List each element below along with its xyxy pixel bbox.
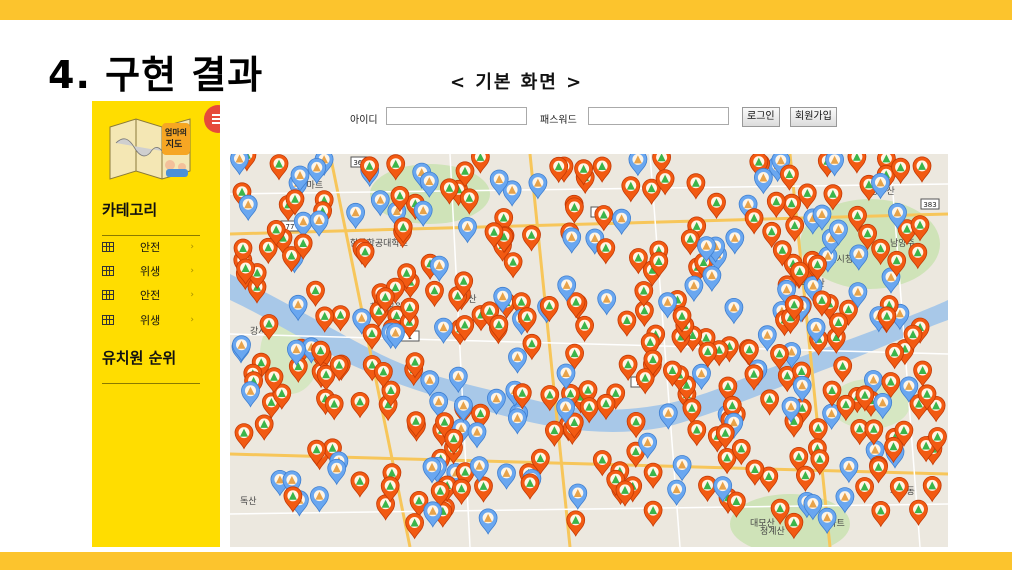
table-grid-icon [102, 242, 114, 252]
kindergarten-ranking-title[interactable]: 유치원 순위 [102, 347, 176, 368]
login-bar: 아이디 패스워드 로그인 회원가입 [220, 101, 956, 143]
map-label: 독산 [240, 496, 257, 507]
sidebar-item-label: 위생 [140, 314, 161, 327]
category-title: 카테고리 [102, 201, 158, 219]
chevron-right-icon: › [190, 266, 194, 276]
sidebar-item-safety[interactable]: 안전 › [102, 236, 202, 258]
sidebar-item-safety-2[interactable]: 안전 › [102, 284, 202, 306]
sidebar-item-label: 위생 [140, 265, 161, 278]
table-grid-icon [102, 290, 114, 300]
table-grid-icon [102, 315, 114, 325]
login-button[interactable]: 로그인 [742, 107, 780, 127]
bottom-accent-bar [0, 552, 1012, 570]
slide-title: 4. 구현 결과 [48, 53, 264, 97]
logo-map-icon[interactable]: 엄마의 지도 [106, 113, 194, 181]
divider [102, 383, 200, 384]
table-grid-icon [102, 266, 114, 276]
app-screenshot: 엄마의 지도 카테고리 안전 › 위생 › 안전 › 위생 › 유치원 순위 아… [92, 101, 956, 547]
chevron-right-icon: › [190, 290, 194, 300]
sidebar-item-label: 안전 [140, 241, 161, 254]
top-accent-bar [0, 0, 1012, 20]
chevron-right-icon: › [190, 315, 194, 325]
sidebar: 엄마의 지도 카테고리 안전 › 위생 › 안전 › 위생 › 유치원 순위 [92, 101, 220, 547]
slide-subtitle: < 기본 화면 > [450, 72, 584, 93]
logo-text-2: 지도 [166, 138, 183, 150]
route-number: 383 [923, 201, 936, 209]
sidebar-item-hygiene-2[interactable]: 위생 › [102, 309, 202, 331]
password-label: 패스워드 [540, 115, 577, 126]
id-label: 아이디 [350, 115, 378, 126]
chevron-right-icon: › [190, 242, 194, 252]
sidebar-item-label: 안전 [140, 289, 161, 302]
map-label: 대모산 [750, 518, 775, 529]
signup-button[interactable]: 회원가입 [790, 107, 837, 127]
sidebar-item-hygiene[interactable]: 위생 › [102, 260, 202, 282]
map-view[interactable]: 롯데마트한국항공대학교하늘공원안산구리시청아차산남양주망우산청계산대모산개포동이… [230, 154, 948, 547]
id-input[interactable] [386, 107, 527, 125]
logo-text-1: 엄마의 [165, 127, 187, 137]
password-input[interactable] [588, 107, 729, 125]
map-canvas[interactable]: 롯데마트한국항공대학교하늘공원안산구리시청아차산남양주망우산청계산대모산개포동이… [230, 154, 948, 547]
